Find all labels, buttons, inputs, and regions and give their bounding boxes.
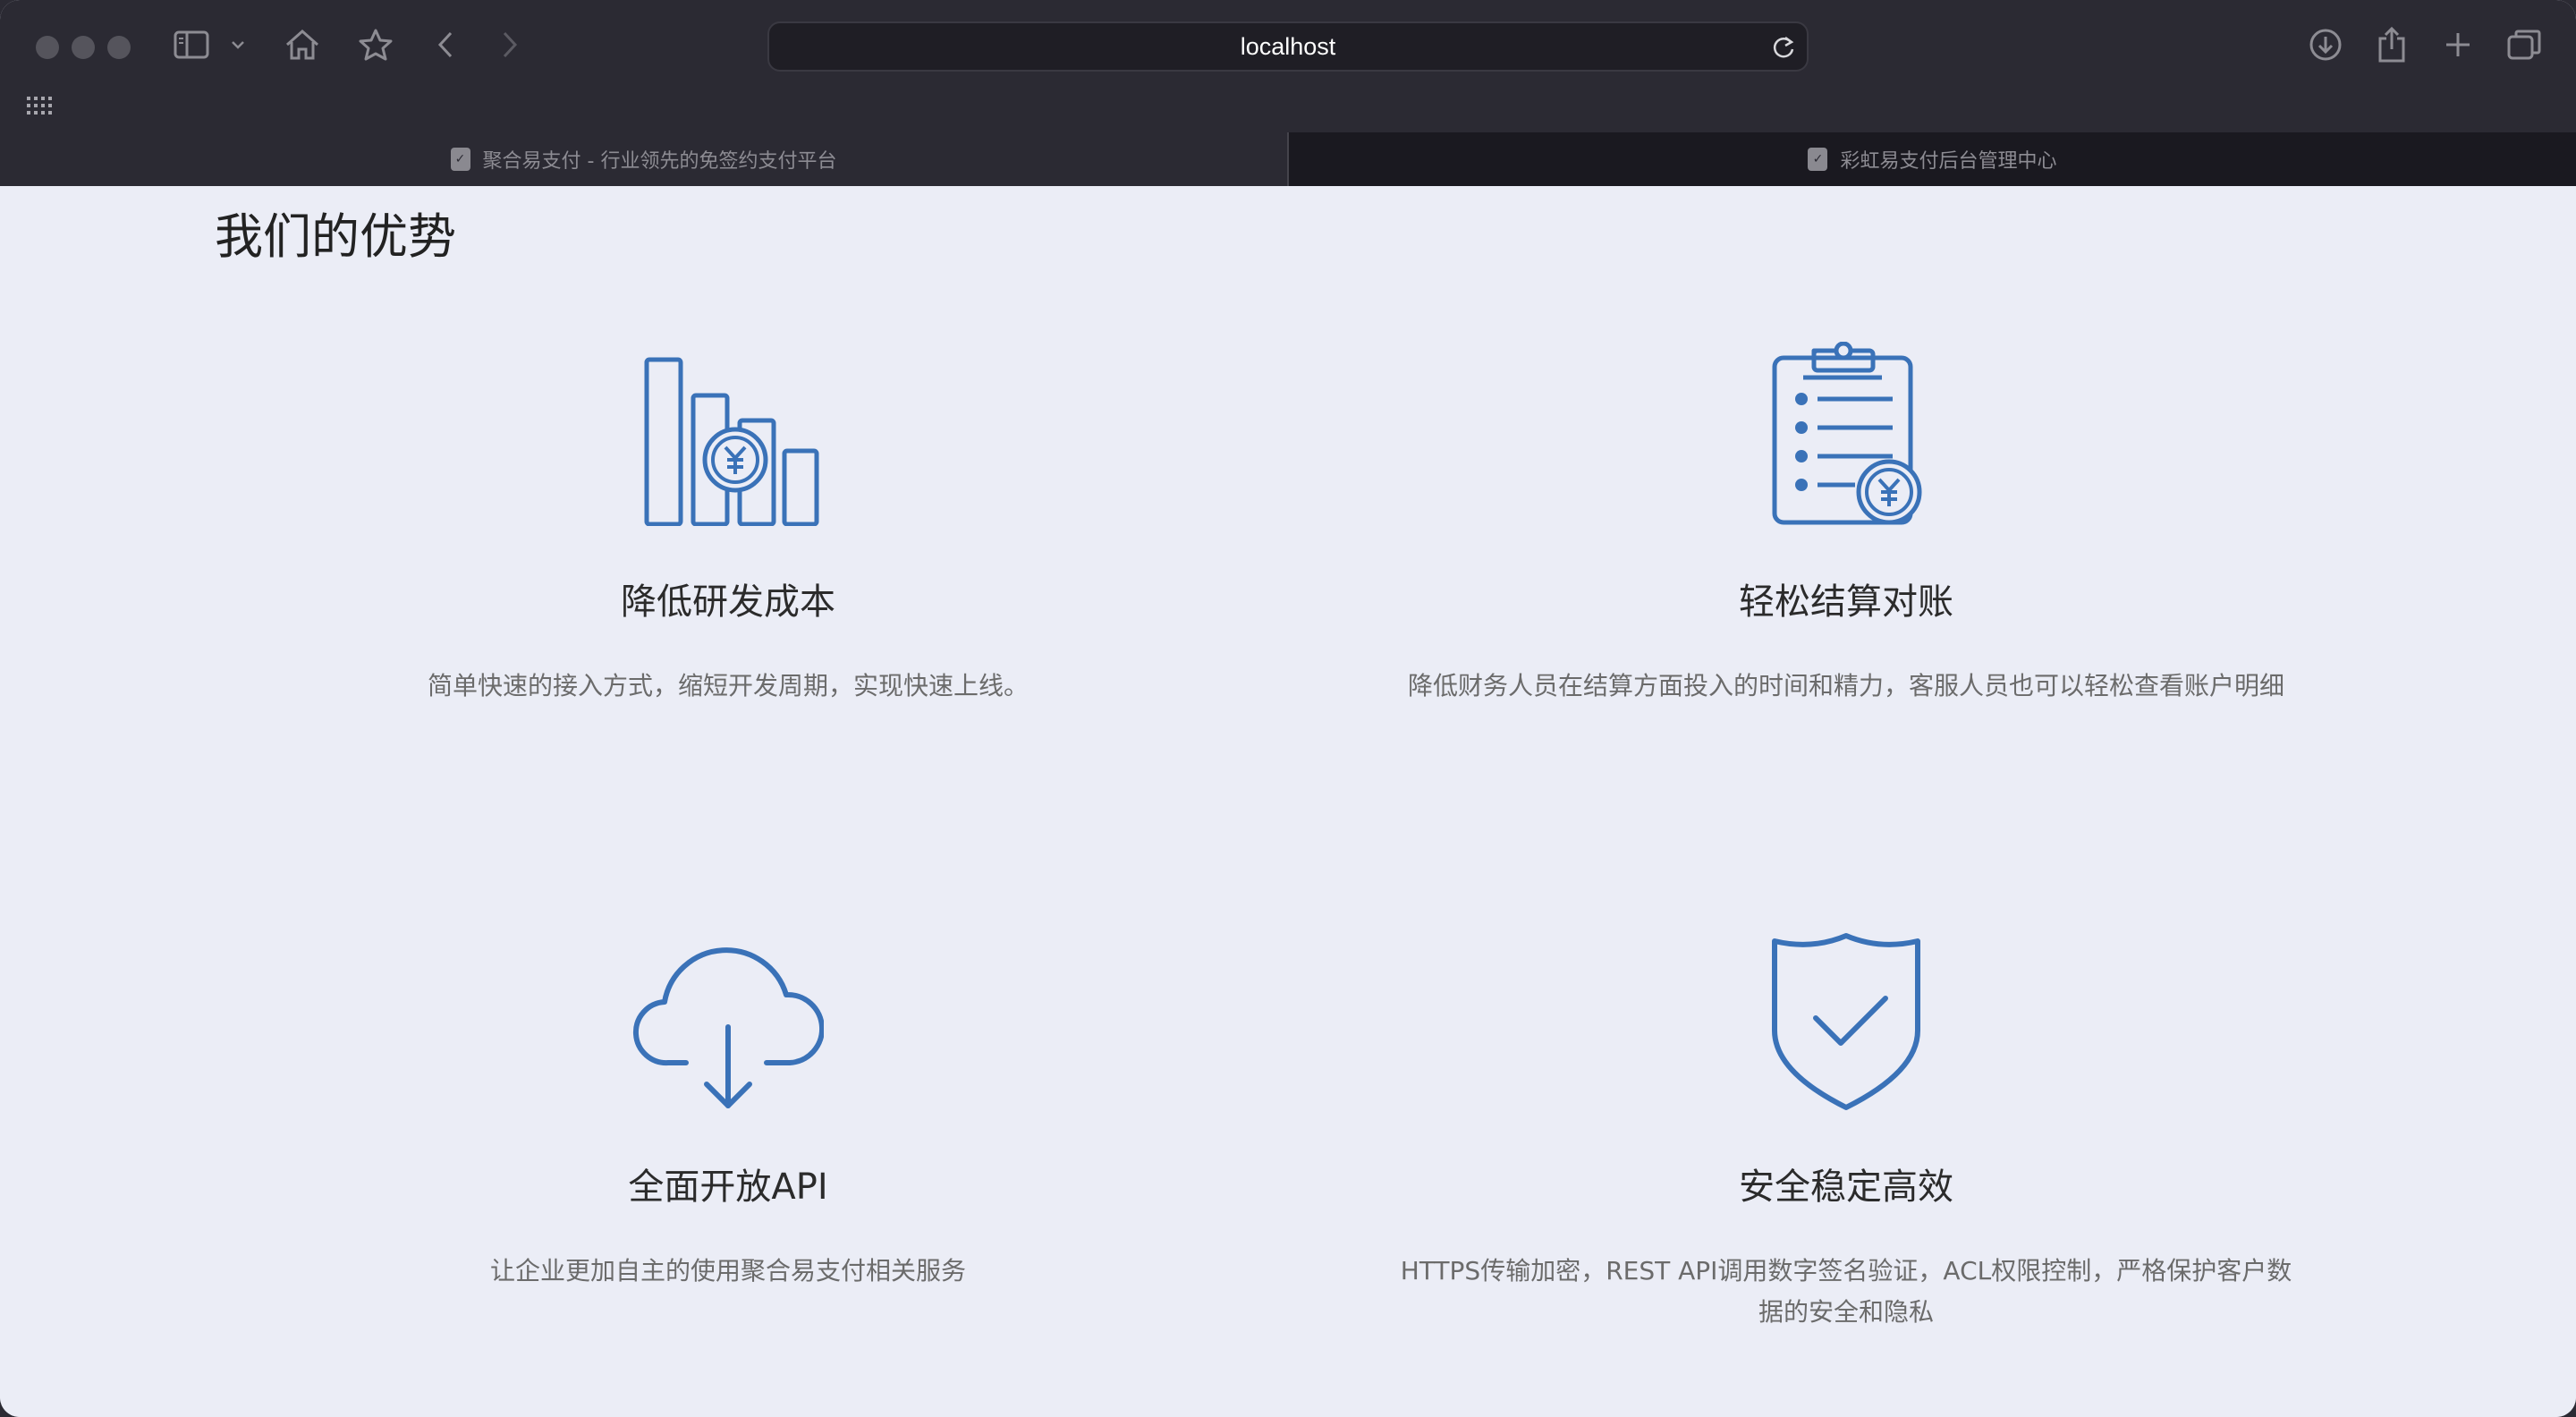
cloud-download-icon	[632, 947, 824, 1108]
feature-description: HTTPS传输加密，REST API调用数字签名验证，ACL权限控制，严格保护客…	[1400, 1256, 2292, 1327]
downloads-icon[interactable]	[2301, 20, 2351, 70]
address-bar[interactable]: localhost	[767, 21, 1809, 72]
tab-title: 聚合易支付 - 行业领先的免签约支付平台	[482, 150, 837, 173]
feature-card-open-api: 全面开放API 让企业更加自主的使用聚合易支付相关服务	[236, 923, 1220, 1292]
feature-title: 全面开放API	[628, 1167, 828, 1208]
tab-jiuhe-pay[interactable]: ✓ 聚合易支付 - 行业领先的免签约支付平台	[0, 132, 1287, 186]
back-icon[interactable]	[420, 20, 470, 70]
browser-window: localhost ✓ 聚合易支付 - 行业领先的免签约支付平台 ✓ 彩虹易支付…	[0, 0, 2576, 1417]
page-content: 我们的优势 降低研发成本 简单快速的接入方式，缩短开发周期，实现快速上线。 轻松…	[0, 186, 2576, 1417]
clipboard-yuan-icon	[1772, 342, 1922, 525]
feature-description: 让企业更加自主的使用聚合易支付相关服务	[489, 1256, 966, 1285]
new-tab-icon[interactable]	[2433, 20, 2483, 70]
apps-grid-icon[interactable]	[27, 97, 52, 118]
feature-card-secure-stable: 安全稳定高效 HTTPS传输加密，REST API调用数字签名验证，ACL权限控…	[1354, 923, 2338, 1333]
home-icon[interactable]	[277, 20, 327, 70]
feature-title: 轻松结算对账	[1739, 581, 1953, 623]
share-icon[interactable]	[2367, 20, 2417, 70]
bar-chart-yuan-icon	[644, 357, 819, 526]
reload-icon[interactable]	[1771, 34, 1796, 64]
sidebar-toggle-icon[interactable]	[166, 20, 216, 70]
feature-description: 降低财务人员在结算方面投入的时间和精力，客服人员也可以轻松查看账户明细	[1407, 671, 2284, 700]
tab-rainbow-admin[interactable]: ✓ 彩虹易支付后台管理中心	[1289, 132, 2576, 186]
chevron-down-icon[interactable]	[224, 20, 252, 70]
address-text: localhost	[1240, 32, 1336, 60]
feature-description: 简单快速的接入方式，缩短开发周期，实现快速上线。	[427, 671, 1029, 700]
window-controls	[36, 36, 131, 59]
site-favicon-icon: ✓	[450, 148, 470, 171]
feature-title: 降低研发成本	[621, 581, 835, 623]
close-window-button[interactable]	[36, 36, 59, 59]
tab-overview-icon[interactable]	[2499, 20, 2549, 70]
browser-toolbar: localhost	[0, 0, 2576, 132]
shield-check-icon	[1772, 933, 1920, 1110]
forward-icon[interactable]	[485, 20, 535, 70]
maximize-window-button[interactable]	[107, 36, 131, 59]
minimize-window-button[interactable]	[72, 36, 95, 59]
feature-card-reduce-cost: 降低研发成本 简单快速的接入方式，缩短开发周期，实现快速上线。	[236, 338, 1220, 707]
site-favicon-icon: ✓	[1808, 148, 1828, 171]
feature-title: 安全稳定高效	[1739, 1167, 1953, 1208]
section-title: 我们的优势	[215, 208, 456, 265]
tab-title: 彩虹易支付后台管理中心	[1840, 150, 2057, 173]
feature-card-easy-settlement: 轻松结算对账 降低财务人员在结算方面投入的时间和精力，客服人员也可以轻松查看账户…	[1354, 338, 2338, 707]
bookmark-star-icon[interactable]	[351, 20, 401, 70]
tab-bar: ✓ 聚合易支付 - 行业领先的免签约支付平台 ✓ 彩虹易支付后台管理中心	[0, 132, 2576, 186]
